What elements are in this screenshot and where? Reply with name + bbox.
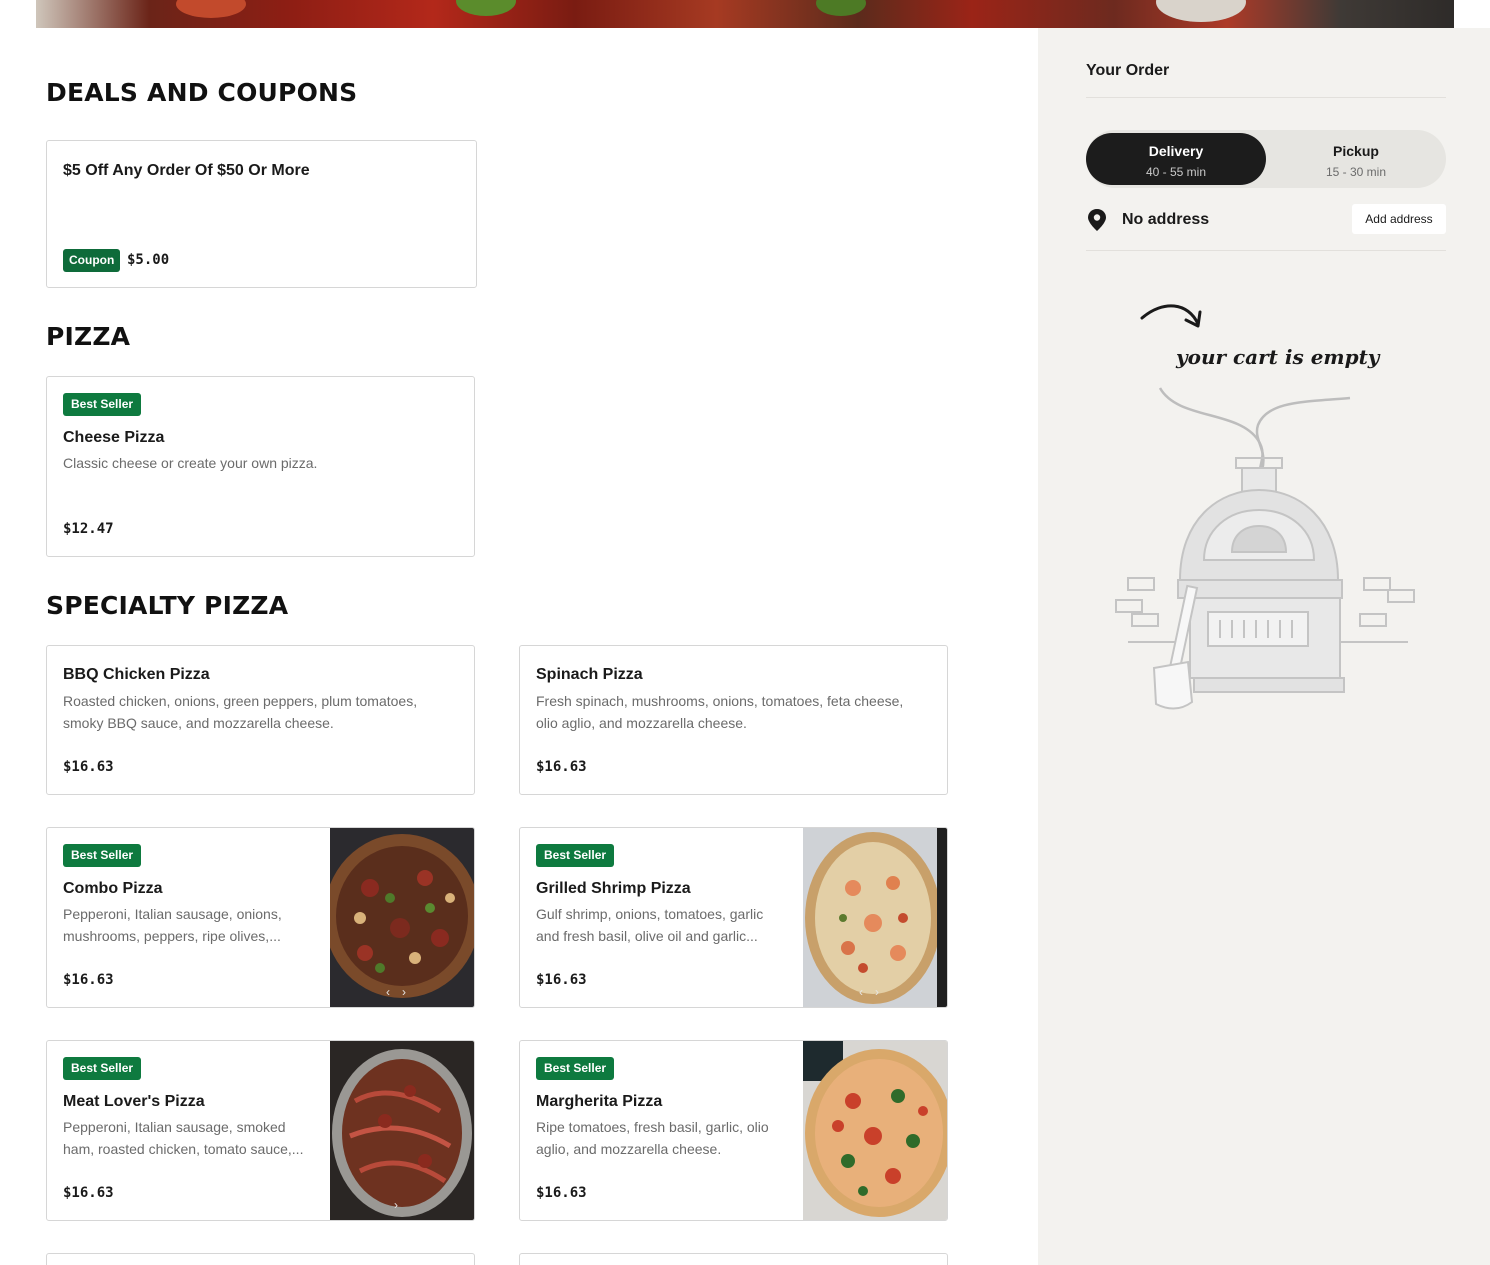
- item-price: $16.63: [63, 972, 114, 988]
- pickup-label: Pickup: [1333, 143, 1379, 159]
- delivery-time: 40 - 55 min: [1145, 165, 1207, 179]
- best-seller-badge: Best Seller: [536, 1057, 615, 1080]
- address-text: No address: [1122, 211, 1210, 228]
- menu-item-card[interactable]: Best Seller Grilled Shrimp Pizza Gulf sh…: [519, 827, 948, 1008]
- item-description: Pepperoni, Italian sausage, onions, mush…: [63, 906, 282, 944]
- menu-item-card[interactable]: Spinach Pizza Fresh spinach, mushrooms, …: [519, 645, 948, 795]
- item-description: Fresh spinach, mushrooms, onions, tomato…: [536, 693, 904, 731]
- best-seller-badge: Best Seller: [63, 844, 142, 867]
- item-photo[interactable]: ‹›: [803, 828, 947, 1007]
- menu-item-card[interactable]: BBQ Chicken Pizza Roasted chicken, onion…: [46, 645, 475, 795]
- item-photo[interactable]: ‹›: [330, 828, 474, 1007]
- coupon-value: $5.00: [127, 252, 170, 268]
- item-name: BBQ Chicken Pizza: [63, 666, 210, 683]
- item-price: $16.63: [536, 972, 587, 988]
- menu-item-card[interactable]: Best Seller Combo Pizza Pepperoni, Itali…: [46, 827, 475, 1008]
- item-description: Pepperoni, Italian sausage, smoked ham, …: [63, 1119, 304, 1157]
- section-title-deals: DEALS AND COUPONS: [46, 78, 358, 107]
- item-description: Roasted chicken, onions, green peppers, …: [63, 693, 418, 731]
- coupon-card[interactable]: $5 Off Any Order Of $50 Or More Coupon $…: [46, 140, 477, 288]
- menu-item-card[interactable]: Best Seller Cheese Pizza Classic cheese …: [46, 376, 475, 557]
- menu-column: DEALS AND COUPONS $5 Off Any Order Of $5…: [0, 28, 1038, 1265]
- meat-lovers-pizza-photo: [330, 1041, 474, 1220]
- coupon-name: $5 Off Any Order Of $50 Or More: [63, 162, 310, 179]
- best-seller-badge: Best Seller: [63, 393, 142, 416]
- item-description: Ripe tomatoes, fresh basil, garlic, olio…: [536, 1119, 769, 1157]
- section-title-specialty: SPECIALTY PIZZA: [46, 591, 289, 620]
- order-title: Your Order: [1086, 62, 1170, 79]
- item-name: Grilled Shrimp Pizza: [536, 880, 691, 897]
- delivery-option[interactable]: Delivery 40 - 55 min: [1086, 133, 1266, 185]
- hero-banner-image: [36, 0, 1454, 28]
- order-sidebar: Your Order Delivery 40 - 55 min Pickup 1…: [1038, 28, 1490, 1265]
- photo-carousel-arrows-icon[interactable]: ‹›: [330, 985, 474, 999]
- item-price: $12.47: [63, 521, 114, 537]
- margherita-pizza-photo: [803, 1041, 947, 1220]
- add-address-button[interactable]: Add address: [1352, 204, 1446, 234]
- item-name: Margherita Pizza: [536, 1093, 663, 1110]
- best-seller-badge: Best Seller: [536, 844, 615, 867]
- item-photo[interactable]: ›: [330, 1041, 474, 1220]
- pickup-time: 15 - 30 min: [1325, 165, 1387, 179]
- item-name: Meat Lover's Pizza: [63, 1093, 205, 1110]
- item-price: $16.63: [536, 1185, 587, 1201]
- item-description: Gulf shrimp, onions, tomatoes, garlic an…: [536, 906, 764, 944]
- item-name: Cheese Pizza: [63, 429, 165, 446]
- photo-carousel-arrows-icon[interactable]: ›: [330, 1198, 474, 1212]
- item-description: Classic cheese or create your own pizza.: [63, 455, 318, 471]
- combo-pizza-photo: [330, 828, 474, 1007]
- menu-item-card[interactable]: [519, 1253, 948, 1265]
- empty-cart-illustration: your cart is empty: [1115, 304, 1415, 710]
- item-price: $16.63: [63, 1185, 114, 1201]
- address-row: No address Add address: [1086, 204, 1446, 234]
- section-title-pizza: PIZZA: [46, 322, 131, 351]
- best-seller-badge: Best Seller: [63, 1057, 142, 1080]
- photo-carousel-arrows-icon[interactable]: ‹›: [803, 985, 947, 999]
- pickup-option[interactable]: Pickup 15 - 30 min: [1266, 133, 1446, 185]
- item-name: Combo Pizza: [63, 880, 163, 897]
- coupon-badge: Coupon: [63, 249, 121, 272]
- item-photo[interactable]: [803, 1041, 947, 1220]
- divider: [1086, 250, 1446, 251]
- delivery-label: Delivery: [1148, 143, 1204, 159]
- item-price: $16.63: [536, 759, 587, 775]
- item-name: Spinach Pizza: [536, 666, 643, 683]
- grilled-shrimp-pizza-photo: [803, 828, 947, 1007]
- menu-item-card[interactable]: Best Seller Margherita Pizza Ripe tomato…: [519, 1040, 948, 1221]
- empty-cart-text: your cart is empty: [1175, 345, 1381, 369]
- item-price: $16.63: [63, 759, 114, 775]
- fulfillment-toggle: Delivery 40 - 55 min Pickup 15 - 30 min: [1086, 130, 1446, 188]
- divider: [1086, 97, 1446, 98]
- menu-item-card[interactable]: Best Seller Meat Lover's Pizza Pepperoni…: [46, 1040, 475, 1221]
- menu-item-card[interactable]: [46, 1253, 475, 1265]
- location-pin-icon: [1088, 209, 1106, 231]
